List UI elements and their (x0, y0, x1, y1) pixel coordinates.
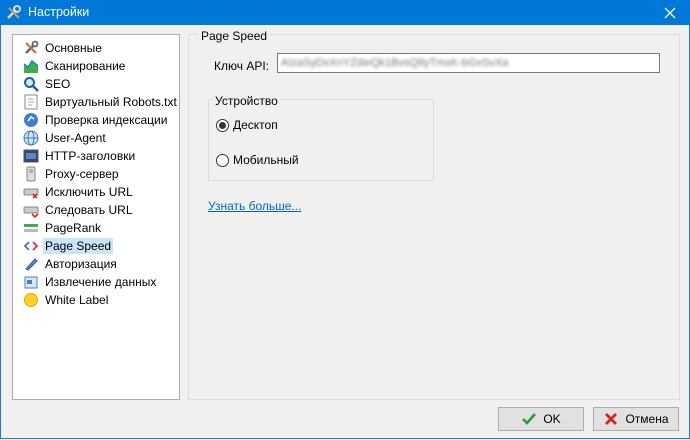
pen-icon (23, 256, 39, 272)
close-icon (664, 7, 676, 18)
api-key-label: Ключ API: (214, 59, 269, 73)
follow-url-icon (23, 202, 39, 219)
sidebar-item-index-check[interactable]: Проверка индексации (23, 111, 169, 129)
settings-tools-icon (6, 5, 22, 21)
code-tags-icon (23, 238, 39, 254)
sidebar-item-proxy[interactable]: Proxy-сервер (23, 165, 121, 183)
sidebar-item-label: Проверка индексации (45, 113, 168, 127)
http-headers-icon (23, 148, 39, 164)
sidebar-item-robots[interactable]: Виртуальный Robots.txt (23, 93, 179, 111)
sidebar-item-white-label[interactable]: White Label (23, 291, 110, 309)
sidebar-item-label: Виртуальный Robots.txt (45, 95, 177, 109)
magnifier-icon (23, 76, 39, 92)
learn-more-link[interactable]: Узнать больше... (208, 199, 301, 213)
close-button[interactable] (650, 0, 690, 25)
sidebar-item-label: User-Agent (45, 131, 106, 145)
api-key-input[interactable]: AIzaSyDxXnYZdwQk1BvsQ8yTmxK-bGxSvXa (277, 53, 660, 73)
cancel-button[interactable]: Отмена (593, 407, 679, 431)
device-group-title: Устройство (213, 94, 280, 108)
sidebar-item-label: Следовать URL (45, 203, 133, 217)
sidebar-item-page-speed[interactable]: Page Speed (23, 237, 114, 255)
sidebar-item-label: HTTP-заголовки (45, 149, 136, 163)
sidebar-item-label: Основные (45, 41, 102, 55)
ok-label: OK (543, 412, 561, 426)
sidebar-item-label: White Label (45, 293, 109, 307)
sidebar-item-label: SEO (45, 77, 71, 91)
section-title: Page Speed (198, 29, 271, 43)
pagerank-icon (23, 220, 39, 236)
sidebar-item-exclude-url[interactable]: Исключить URL (23, 183, 135, 201)
sidebar-item-label: Извлечение данных (45, 275, 157, 289)
sidebar-item-general[interactable]: Основные (23, 39, 104, 57)
data-extract-icon (23, 274, 39, 290)
title-bar: Настройки (0, 0, 690, 25)
radio-desktop[interactable]: Десктоп (216, 118, 278, 132)
ok-button[interactable]: OK (498, 407, 584, 431)
checkmark-icon (522, 413, 537, 425)
tools-icon (23, 40, 39, 56)
radio-mobile[interactable]: Мобильный (216, 153, 299, 167)
page-speed-panel (188, 34, 680, 400)
radio-desktop-label: Десктоп (233, 118, 278, 132)
radio-mobile-label: Мобильный (233, 153, 299, 167)
sidebar-item-follow-url[interactable]: Следовать URL (23, 201, 135, 219)
sidebar-item-label: Авторизация (45, 257, 117, 271)
exclude-url-icon (23, 184, 39, 200)
sidebar-item-scanning[interactable]: Сканирование (23, 57, 127, 75)
sidebar-item-authorization[interactable]: Авторизация (23, 255, 119, 273)
sidebar-item-label: Proxy-сервер (45, 167, 119, 181)
api-key-value: AIzaSyDxXnYZdwQk1BvsQ8yTmxK-bGxSvXa (281, 57, 509, 69)
radio-unchecked-icon (216, 153, 229, 167)
sidebar-item-pagerank[interactable]: PageRank (23, 219, 103, 237)
sidebar-item-label: Page Speed (43, 238, 114, 254)
sidebar-item-label: Сканирование (45, 59, 126, 73)
robots-file-icon (23, 94, 39, 110)
window-title: Настройки (28, 5, 90, 19)
sidebar-item-seo[interactable]: SEO (23, 75, 72, 93)
sidebar-item-label: PageRank (45, 221, 102, 235)
sun-icon (23, 292, 39, 308)
radio-checked-icon (216, 118, 229, 132)
cancel-label: Отмена (625, 412, 669, 426)
sidebar-item-label: Исключить URL (45, 185, 133, 199)
proxy-icon (23, 166, 39, 182)
globe-icon (23, 130, 39, 146)
sidebar-item-http-headers[interactable]: HTTP-заголовки (23, 147, 137, 165)
scan-icon (23, 58, 39, 74)
sidebar-item-user-agent[interactable]: User-Agent (23, 129, 108, 147)
index-check-icon (23, 112, 39, 128)
sidebar-item-data-extraction[interactable]: Извлечение данных (23, 273, 158, 291)
settings-sidebar: Основные Сканирование SEO Виртуальный Ro… (12, 34, 180, 400)
red-cross-icon (605, 413, 618, 425)
device-group (208, 99, 434, 181)
